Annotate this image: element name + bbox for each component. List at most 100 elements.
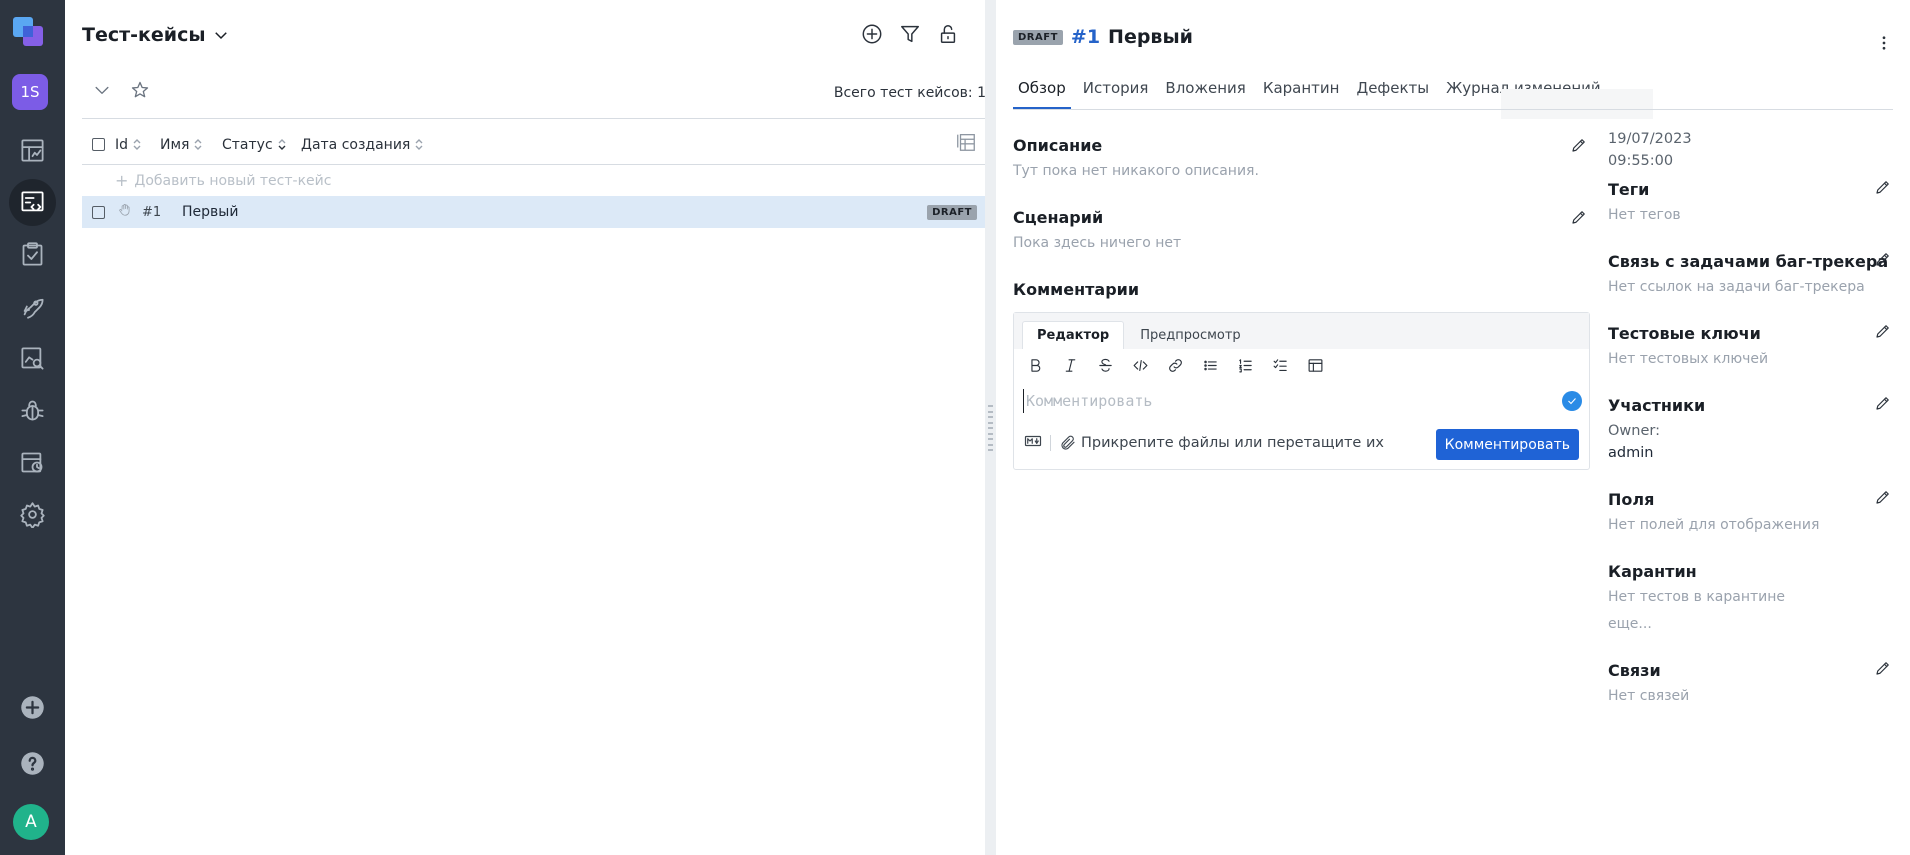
tags-empty: Нет тегов (1608, 207, 1681, 223)
project-badge[interactable]: 1S (12, 74, 48, 110)
tab-quarantine[interactable]: Карантин (1258, 76, 1345, 110)
rocket-icon (23, 298, 44, 319)
unlock-icon (940, 25, 956, 43)
column-header-id[interactable]: Id (115, 137, 160, 153)
divider (1013, 109, 1893, 110)
edit-scenario-button[interactable] (1570, 208, 1588, 230)
tab-editor[interactable]: Редактор (1022, 321, 1125, 349)
members-title: Участники (1608, 396, 1706, 415)
plus-icon: + (115, 171, 129, 190)
table-icon (1308, 358, 1322, 372)
sidebar-item-analytics[interactable] (9, 335, 56, 382)
sidebar-item-defects[interactable] (9, 387, 56, 434)
row-checkbox[interactable] (92, 205, 105, 219)
tab-defects[interactable]: Дефекты (1351, 76, 1434, 110)
numbered-list-button[interactable] (1234, 354, 1256, 376)
description-empty: Тут пока нет никакого описания. (1013, 163, 1259, 179)
markdown-button[interactable] (1024, 432, 1042, 454)
edit-issues-button[interactable] (1874, 250, 1892, 272)
tab-overview[interactable]: Обзор (1013, 76, 1071, 110)
column-settings-button[interactable] (955, 131, 977, 157)
edit-keys-button[interactable] (1874, 322, 1892, 344)
page-title: Тест-кейсы (82, 24, 206, 46)
sort-icon (278, 139, 286, 150)
sidebar-item-dashboards[interactable] (9, 127, 56, 174)
sidebar-item-jobs[interactable] (9, 439, 56, 486)
list-title-dropdown[interactable]: Тест-кейсы (82, 24, 230, 46)
tab-history[interactable]: История (1078, 76, 1154, 110)
strikethrough-button[interactable] (1094, 354, 1116, 376)
issues-title: Связь с задачами баг-трекера (1608, 252, 1889, 271)
add-test-case-button[interactable] (860, 22, 884, 46)
plus-circle-icon (862, 24, 882, 44)
sidebar-item-launches[interactable] (9, 283, 56, 330)
collapse-button[interactable] (92, 80, 112, 104)
sidebar-item-test-plans[interactable] (9, 231, 56, 278)
app-logo[interactable] (11, 14, 49, 52)
edit-fields-button[interactable] (1874, 488, 1892, 510)
column-header-name[interactable]: Имя (160, 137, 222, 153)
comment-input[interactable] (1023, 389, 1543, 413)
plus-circle-icon (21, 696, 44, 719)
attach-files-button[interactable]: Прикрепите файлы или перетащите их (1059, 434, 1384, 452)
test-cases-icon (21, 191, 44, 212)
table-header: Id Имя Статус Дата создания (82, 125, 985, 165)
sidebar: 1S A (0, 0, 65, 855)
panel-resize-handle[interactable] (985, 0, 996, 855)
table-row[interactable]: #1 Первый DRAFT (82, 196, 985, 228)
markdown-icon (1024, 435, 1042, 447)
code-button[interactable] (1129, 354, 1151, 376)
columns-icon (957, 134, 975, 151)
pencil-icon (1572, 139, 1585, 152)
divider (82, 118, 985, 119)
owner-value: admin (1608, 445, 1654, 461)
sidebar-item-settings[interactable] (9, 491, 56, 538)
sort-icon (194, 139, 202, 150)
italic-button[interactable] (1059, 354, 1081, 376)
filter-button[interactable] (898, 22, 922, 46)
help-icon (21, 752, 44, 775)
edit-members-button[interactable] (1874, 394, 1892, 416)
sidebar-item-add[interactable] (9, 684, 56, 731)
link-button[interactable] (1164, 354, 1186, 376)
edit-links-button[interactable] (1874, 659, 1892, 681)
status-badge: DRAFT (1013, 29, 1063, 45)
sidebar-item-help[interactable] (9, 740, 56, 787)
more-menu-button[interactable] (1875, 34, 1893, 56)
user-avatar[interactable]: A (13, 804, 49, 840)
add-new-test-case[interactable]: + Добавить новый тест-кейс (115, 171, 331, 190)
status-badge: DRAFT (927, 204, 977, 220)
column-header-created[interactable]: Дата создания (301, 137, 423, 153)
select-all-checkbox[interactable] (92, 138, 105, 151)
bold-button[interactable] (1024, 354, 1046, 376)
edit-description-button[interactable] (1570, 136, 1588, 158)
italic-icon (1065, 358, 1075, 372)
quarantine-empty: Нет тестов в карантине (1608, 589, 1786, 605)
pencil-icon (1876, 325, 1889, 338)
column-header-status[interactable]: Статус (222, 137, 301, 153)
quarantine-more-link[interactable]: еще... (1608, 616, 1652, 632)
task-list-button[interactable] (1269, 354, 1291, 376)
submit-comment-button[interactable]: Комментировать (1435, 429, 1579, 460)
tags-title: Теги (1608, 180, 1650, 199)
table-button[interactable] (1304, 354, 1326, 376)
tab-attachments[interactable]: Вложения (1160, 76, 1250, 110)
manual-test-icon (118, 203, 132, 221)
link-icon (1168, 358, 1182, 372)
bullet-list-button[interactable] (1199, 354, 1221, 376)
spellcheck-icon[interactable] (1562, 391, 1582, 411)
links-empty: Нет связей (1608, 688, 1690, 704)
clipboard-check-icon (22, 242, 43, 266)
paperclip-icon (1061, 435, 1075, 450)
divider (1050, 435, 1051, 451)
lock-button[interactable] (936, 22, 960, 46)
sidebar-item-test-cases[interactable] (9, 179, 56, 226)
favorites-button[interactable] (130, 80, 150, 104)
comments-title: Комментарии (1013, 280, 1140, 299)
total-count: Всего тест кейсов: 1 (833, 85, 986, 101)
pencil-icon (1876, 491, 1889, 504)
scenario-title: Сценарий (1013, 208, 1104, 227)
test-case-title[interactable]: Первый (1108, 26, 1193, 48)
tab-preview[interactable]: Предпросмотр (1126, 322, 1254, 349)
edit-tags-button[interactable] (1874, 178, 1892, 200)
